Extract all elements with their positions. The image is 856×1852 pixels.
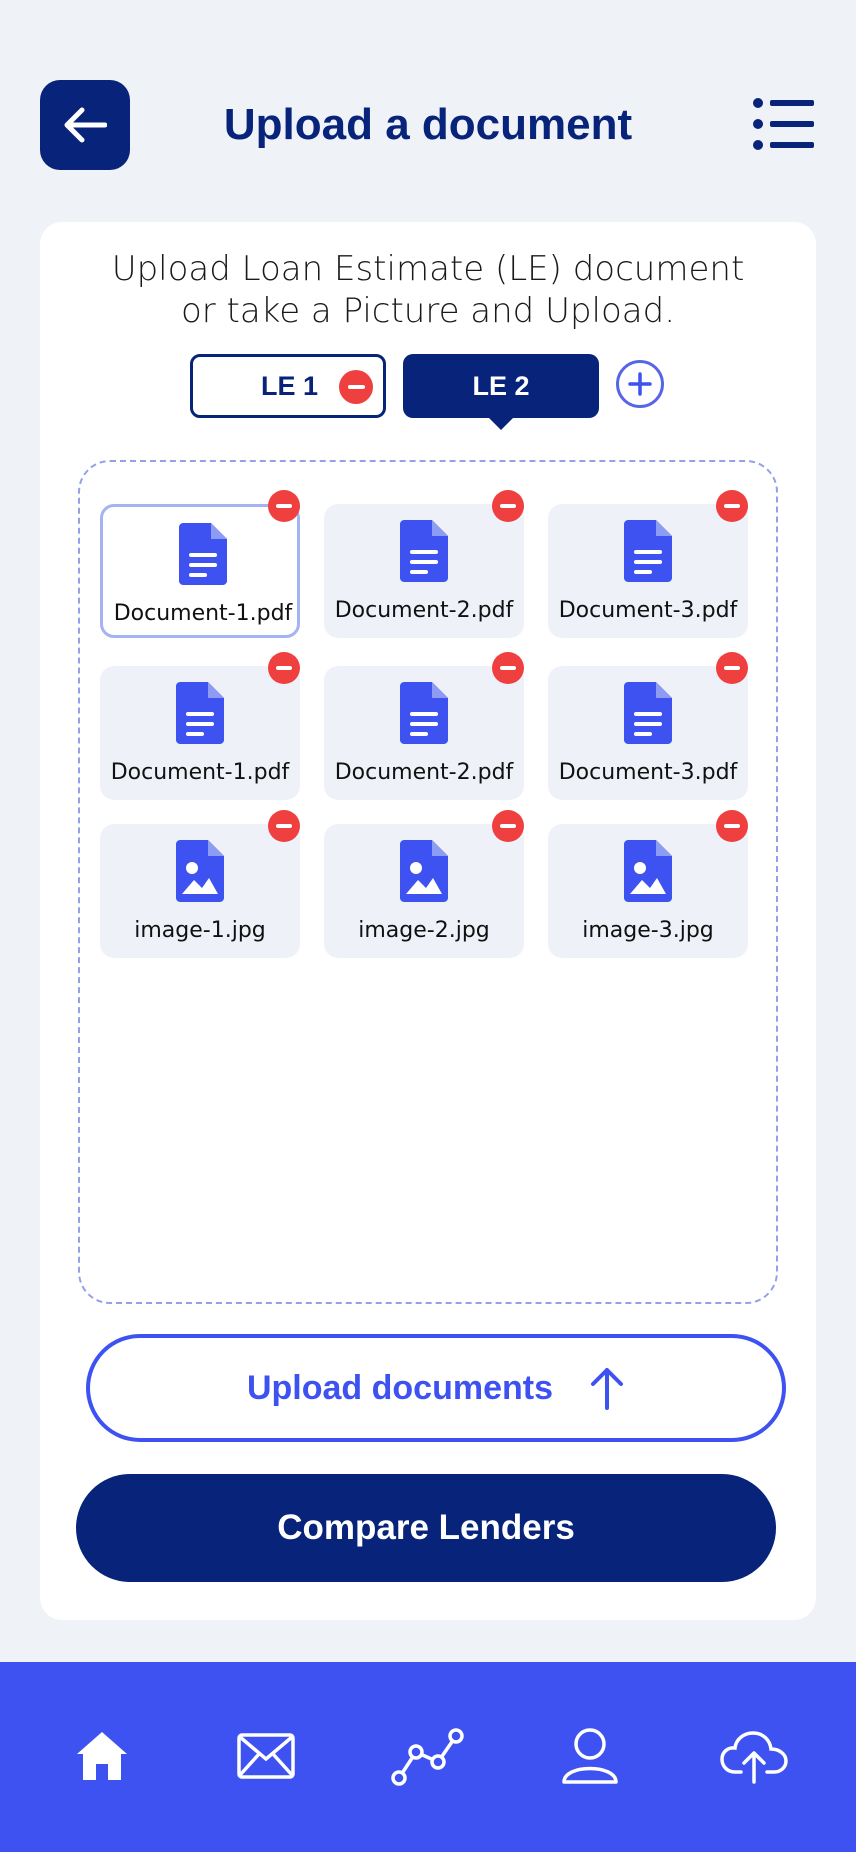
nav-mail[interactable] xyxy=(226,1716,306,1796)
file-name: image-2.jpg xyxy=(358,918,490,943)
file-tile[interactable]: image-1.jpg xyxy=(100,824,300,958)
list-menu-icon xyxy=(753,98,814,150)
arrow-left-icon xyxy=(64,107,107,143)
nav-home[interactable] xyxy=(62,1716,142,1796)
remove-tab-icon[interactable] xyxy=(339,370,373,404)
remove-file-icon[interactable] xyxy=(492,652,524,684)
add-tab-button[interactable] xyxy=(616,360,664,408)
pdf-file-icon xyxy=(624,520,672,582)
tab-le-1[interactable]: LE 1 xyxy=(190,354,386,418)
remove-file-icon[interactable] xyxy=(268,490,300,522)
pdf-file-icon xyxy=(176,682,224,744)
pdf-file-icon xyxy=(400,520,448,582)
menu-button[interactable] xyxy=(752,96,816,152)
file-dropzone[interactable]: Document-1.pdf Document-2.pdf Document-3.p… xyxy=(78,460,778,1304)
remove-file-icon[interactable] xyxy=(716,652,748,684)
tab-label: LE 1 xyxy=(261,370,319,401)
remove-file-icon[interactable] xyxy=(716,490,748,522)
file-tile[interactable]: Document-1.pdf xyxy=(100,504,300,638)
compare-lenders-button[interactable]: Compare Lenders xyxy=(76,1474,776,1582)
file-name: Document-1.pdf xyxy=(113,601,293,626)
plus-icon xyxy=(628,372,652,396)
instruction-line-2: or take a Picture and Upload. xyxy=(180,291,676,331)
header: Upload a document xyxy=(0,0,856,220)
mail-icon xyxy=(237,1733,295,1779)
file-tile[interactable]: Document-2.pdf xyxy=(324,504,524,638)
image-file-icon xyxy=(400,840,448,902)
bottom-nav xyxy=(0,1662,856,1852)
nav-upload[interactable] xyxy=(714,1716,794,1796)
file-tile[interactable]: Document-3.pdf xyxy=(548,666,748,800)
nav-profile[interactable] xyxy=(550,1716,630,1796)
file-tile[interactable]: image-2.jpg xyxy=(324,824,524,958)
file-tile[interactable]: image-3.jpg xyxy=(548,824,748,958)
pdf-file-icon xyxy=(179,523,227,585)
chart-icon xyxy=(391,1728,464,1786)
image-file-icon xyxy=(176,840,224,902)
file-name: Document-3.pdf xyxy=(558,760,738,785)
tab-label: LE 2 xyxy=(472,370,530,401)
upload-button-label: Upload documents xyxy=(246,1368,554,1407)
file-tile[interactable]: Document-2.pdf xyxy=(324,666,524,800)
remove-file-icon[interactable] xyxy=(268,652,300,684)
file-name: image-3.jpg xyxy=(582,918,714,943)
file-name: image-1.jpg xyxy=(134,918,266,943)
arrow-up-icon xyxy=(591,1368,624,1410)
back-button[interactable] xyxy=(40,80,130,170)
remove-file-icon[interactable] xyxy=(268,810,300,842)
file-tile[interactable]: Document-3.pdf xyxy=(548,504,748,638)
pdf-file-icon xyxy=(624,682,672,744)
tab-le-2[interactable]: LE 2 xyxy=(403,354,599,430)
image-file-icon xyxy=(624,840,672,902)
file-tile[interactable]: Document-1.pdf xyxy=(100,666,300,800)
remove-file-icon[interactable] xyxy=(716,810,748,842)
remove-file-icon[interactable] xyxy=(492,490,524,522)
page-title: Upload a document xyxy=(223,100,633,149)
instruction-line-1: Upload Loan Estimate (LE) document xyxy=(111,249,745,289)
home-icon xyxy=(77,1732,127,1780)
instructions: Upload Loan Estimate (LE) document or ta… xyxy=(40,248,816,332)
upload-documents-button[interactable]: Upload documents xyxy=(86,1334,786,1442)
pdf-file-icon xyxy=(400,682,448,744)
upload-card: Upload Loan Estimate (LE) document or ta… xyxy=(40,222,816,1620)
nav-analytics[interactable] xyxy=(388,1716,468,1796)
file-name: Document-2.pdf xyxy=(334,598,514,623)
profile-icon xyxy=(562,1728,618,1784)
cloud-upload-icon xyxy=(720,1731,788,1784)
file-name: Document-3.pdf xyxy=(558,598,738,623)
file-name: Document-2.pdf xyxy=(334,760,514,785)
remove-file-icon[interactable] xyxy=(492,810,524,842)
file-name: Document-1.pdf xyxy=(110,760,290,785)
